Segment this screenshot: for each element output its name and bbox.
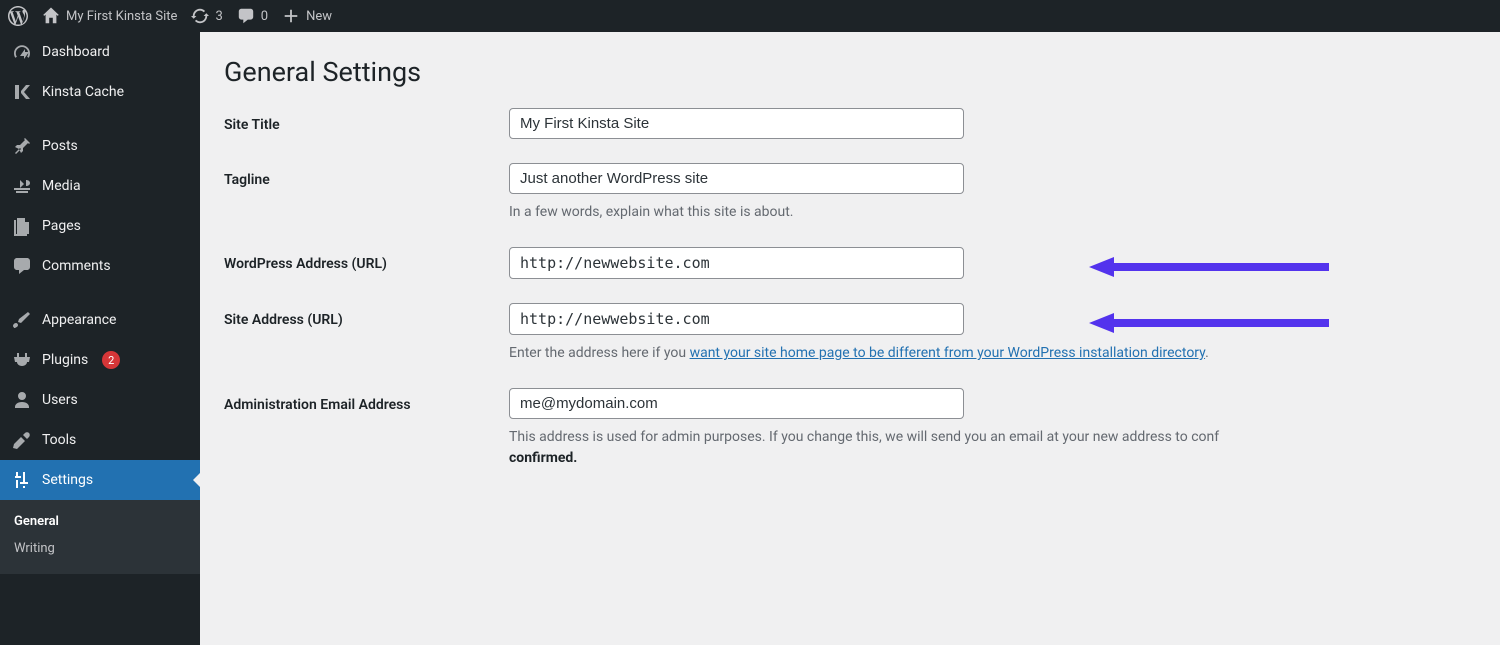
sidebar-item-kinsta-cache[interactable]: Kinsta Cache <box>0 72 200 112</box>
row-siteurl: Site Address (URL) Enter the address her… <box>224 303 1476 364</box>
sidebar-item-comments[interactable]: Comments <box>0 246 200 286</box>
page-icon <box>12 216 32 236</box>
sidebar-item-media[interactable]: Media <box>0 166 200 206</box>
dashboard-icon <box>12 42 32 62</box>
updates-count: 3 <box>215 9 222 24</box>
desc-admin-email: This address is used for admin purposes.… <box>509 427 1476 469</box>
sidebar-label: Tools <box>42 432 76 448</box>
main-content: General Settings Site Title Tagline In a… <box>200 32 1500 645</box>
brush-icon <box>12 310 32 330</box>
sidebar-label: Appearance <box>42 312 116 328</box>
comments-icon <box>12 256 32 276</box>
page-title: General Settings <box>224 56 1476 88</box>
menu-separator <box>0 112 200 126</box>
row-wpurl: WordPress Address (URL) <box>224 247 1476 279</box>
comments-count: 0 <box>261 9 268 24</box>
home-icon <box>42 7 60 25</box>
desc-text: Enter the address here if you <box>509 345 690 361</box>
sidebar-item-settings[interactable]: Settings <box>0 460 200 500</box>
row-tagline: Tagline In a few words, explain what thi… <box>224 163 1476 223</box>
sidebar-label: Kinsta Cache <box>42 84 124 100</box>
sidebar-item-users[interactable]: Users <box>0 380 200 420</box>
comment-icon <box>237 7 255 25</box>
input-wpurl[interactable] <box>509 247 964 279</box>
input-site-title[interactable] <box>509 108 964 139</box>
updates-link[interactable]: 3 <box>191 7 222 25</box>
media-icon <box>12 176 32 196</box>
kinsta-icon <box>12 82 32 102</box>
plugin-icon <box>12 350 32 370</box>
sidebar-label: Posts <box>42 138 78 154</box>
site-name-link[interactable]: My First Kinsta Site <box>42 7 177 25</box>
row-site-title: Site Title <box>224 108 1476 139</box>
desc-strong: confirmed. <box>509 450 577 466</box>
label-admin-email: Administration Email Address <box>224 388 509 416</box>
label-wpurl: WordPress Address (URL) <box>224 247 509 275</box>
sidebar-label: Users <box>42 392 78 408</box>
admin-bar: My First Kinsta Site 3 0 New <box>0 0 1500 32</box>
wrench-icon <box>12 430 32 450</box>
desc-siteurl: Enter the address here if you want your … <box>509 343 1476 364</box>
site-name-text: My First Kinsta Site <box>66 9 177 24</box>
submenu-item-general[interactable]: General <box>0 508 200 535</box>
sidebar-label: Dashboard <box>42 44 110 60</box>
sidebar-label: Plugins <box>42 352 88 368</box>
desc-tagline: In a few words, explain what this site i… <box>509 202 1476 223</box>
pin-icon <box>12 136 32 156</box>
input-admin-email[interactable] <box>509 388 964 419</box>
sidebar-item-posts[interactable]: Posts <box>0 126 200 166</box>
wordpress-icon <box>8 6 28 26</box>
new-link[interactable]: New <box>282 7 332 25</box>
comments-link[interactable]: 0 <box>237 7 268 25</box>
desc-text: . <box>1205 345 1209 361</box>
sidebar-item-pages[interactable]: Pages <box>0 206 200 246</box>
arrow-annotation-icon <box>1089 313 1329 333</box>
label-siteurl: Site Address (URL) <box>224 303 509 331</box>
link-siteurl-help[interactable]: want your site home page to be different… <box>690 345 1206 361</box>
admin-sidebar: Dashboard Kinsta Cache Posts Media Pages… <box>0 32 200 645</box>
sliders-icon <box>12 470 32 490</box>
user-icon <box>12 390 32 410</box>
input-tagline[interactable] <box>509 163 964 194</box>
settings-submenu: General Writing <box>0 500 200 574</box>
wp-logo[interactable] <box>8 6 28 26</box>
sidebar-label: Comments <box>42 258 111 274</box>
label-tagline: Tagline <box>224 163 509 191</box>
arrow-annotation-icon <box>1089 257 1329 277</box>
refresh-icon <box>191 7 209 25</box>
sidebar-label: Settings <box>42 472 93 488</box>
sidebar-label: Media <box>42 178 81 194</box>
submenu-item-writing[interactable]: Writing <box>0 535 200 562</box>
sidebar-item-dashboard[interactable]: Dashboard <box>0 32 200 72</box>
sidebar-item-appearance[interactable]: Appearance <box>0 300 200 340</box>
input-siteurl[interactable] <box>509 303 964 335</box>
menu-separator <box>0 286 200 300</box>
plugins-update-badge: 2 <box>102 351 120 369</box>
sidebar-item-plugins[interactable]: Plugins 2 <box>0 340 200 380</box>
desc-text: This address is used for admin purposes.… <box>509 429 1219 445</box>
new-label: New <box>306 9 332 24</box>
row-admin-email: Administration Email Address This addres… <box>224 388 1476 469</box>
label-site-title: Site Title <box>224 108 509 136</box>
sidebar-item-tools[interactable]: Tools <box>0 420 200 460</box>
sidebar-label: Pages <box>42 218 81 234</box>
plus-icon <box>282 7 300 25</box>
